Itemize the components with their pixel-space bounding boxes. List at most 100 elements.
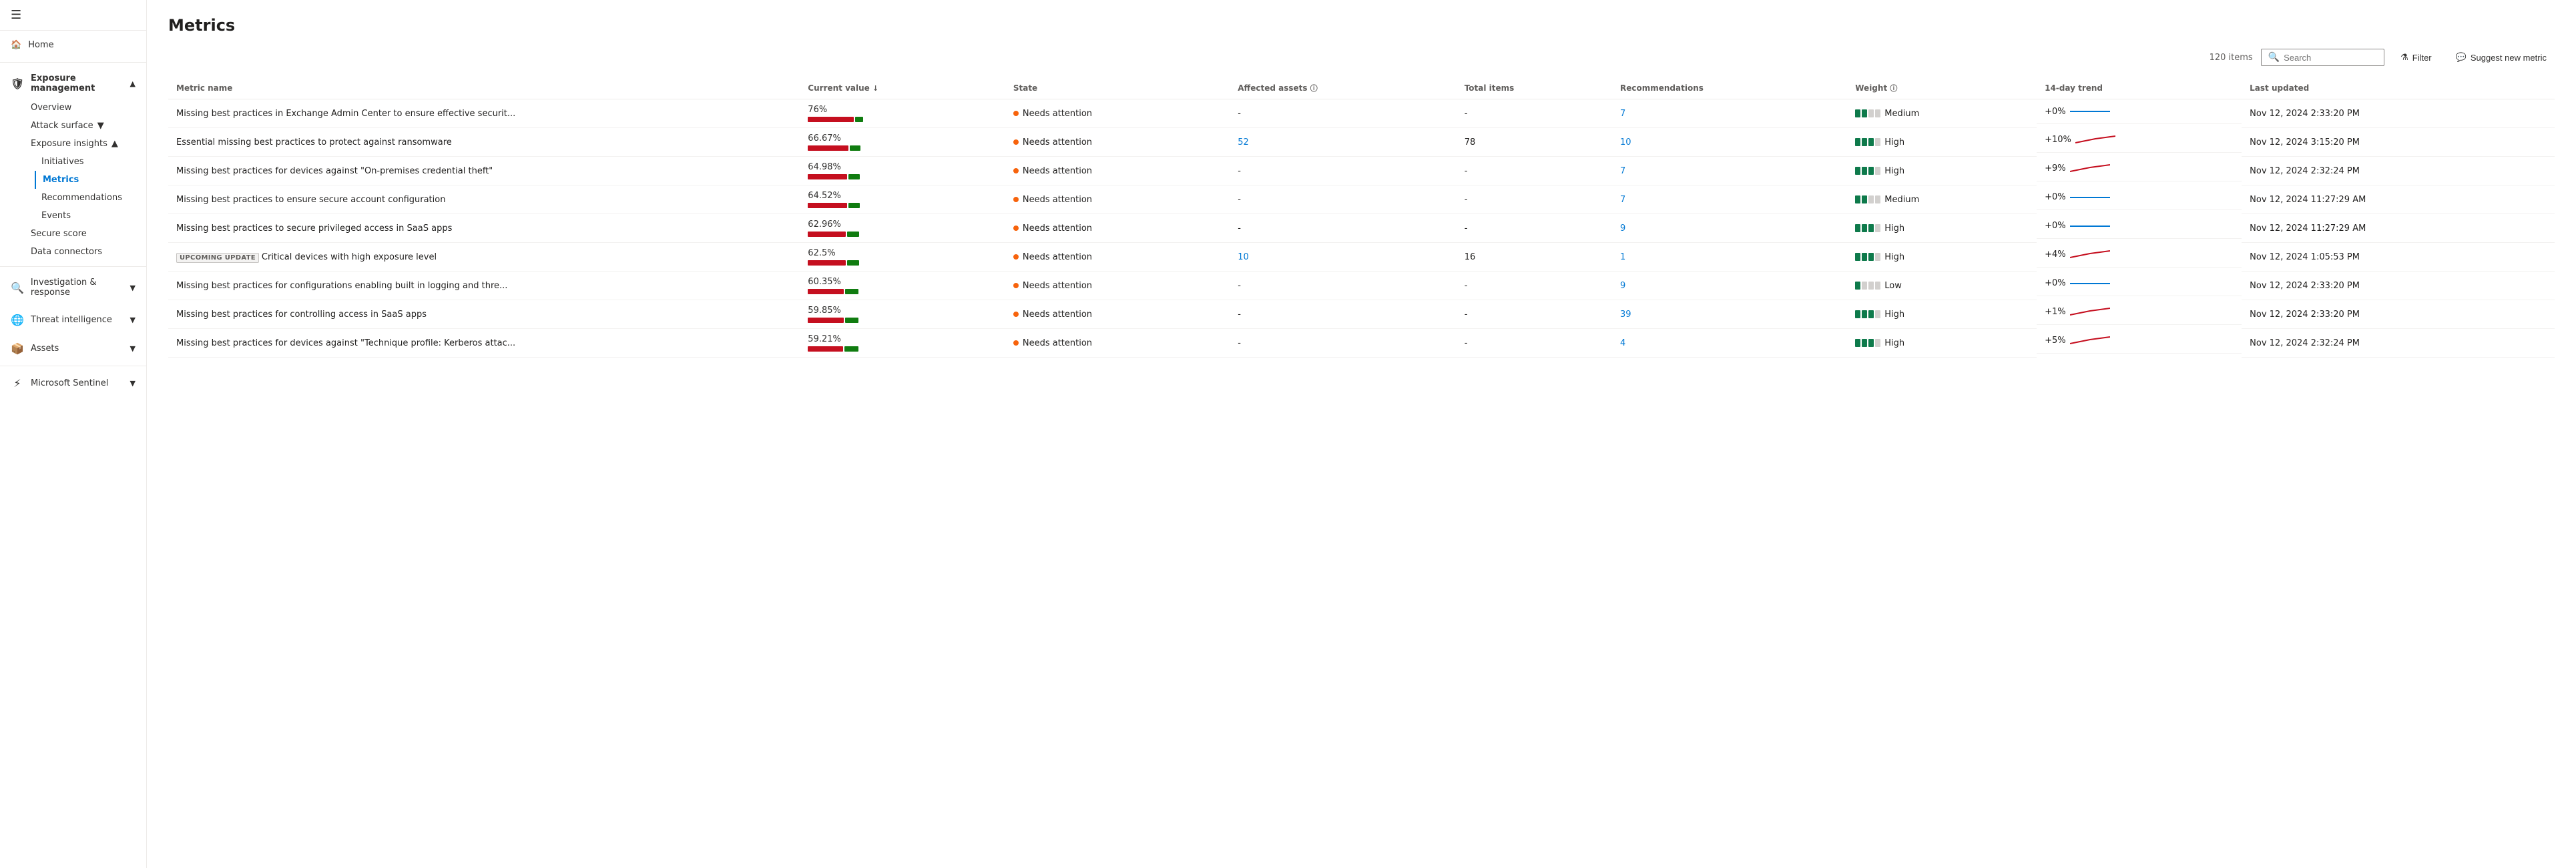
state-dot <box>1013 312 1019 317</box>
value-cell: 64.98% <box>800 157 1005 185</box>
sidebar-item-recommendations[interactable]: Recommendations <box>41 189 146 207</box>
table-row: Missing best practices for controlling a… <box>168 300 2555 329</box>
total-items-cell: 16 <box>1457 243 1612 272</box>
col-current-value[interactable]: Current value ↓ <box>800 77 1005 99</box>
chevron-up-icon: ▲ <box>130 79 136 88</box>
trend-cell: +4% <box>2037 243 2242 268</box>
sidebar-item-sentinel[interactable]: ⚡ Microsoft Sentinel ▼ <box>0 372 146 395</box>
sidebar-item-data-connectors[interactable]: Data connectors <box>31 243 146 261</box>
search-box[interactable]: 🔍 <box>2261 49 2384 66</box>
threat-label: Threat intelligence <box>31 315 112 325</box>
bar-red <box>808 232 846 237</box>
value-bar <box>808 174 997 179</box>
metric-name-link[interactable]: Essential missing best practices to prot… <box>176 137 452 147</box>
metric-name-link[interactable]: Missing best practices to ensure secure … <box>176 195 445 205</box>
recommendations-link[interactable]: 7 <box>1620 195 1625 205</box>
value-cell: 76% <box>800 99 1005 128</box>
recommendations-link[interactable]: 10 <box>1620 137 1631 147</box>
sentinel-section: ⚡ Microsoft Sentinel ▼ <box>0 369 146 398</box>
exposure-sub-menu: Overview Attack surface ▼ Exposure insig… <box>0 99 146 261</box>
weight-cell: High <box>1847 329 2037 358</box>
recommendations-cell: 9 <box>1612 272 1847 300</box>
state-dot <box>1013 283 1019 288</box>
sidebar-item-metrics[interactable]: Metrics <box>35 171 146 189</box>
total-items-value: - <box>1465 195 1468 205</box>
affected-assets-cell: 52 <box>1230 128 1456 157</box>
last-updated-value: Nov 12, 2024 2:33:20 PM <box>2250 310 2360 320</box>
total-items-value: - <box>1465 166 1468 176</box>
value-text: 59.85% <box>808 306 997 316</box>
exposure-insights-label: Exposure insights <box>31 139 107 149</box>
bar-green <box>847 260 860 266</box>
trend-value: +10% <box>2045 135 2071 145</box>
affected-assets-value: - <box>1238 310 1241 320</box>
metric-name-cell: Missing best practices to secure privile… <box>168 214 800 243</box>
sidebar-item-events[interactable]: Events <box>41 207 146 225</box>
affected-assets-cell: - <box>1230 329 1456 358</box>
bar-red <box>808 174 847 179</box>
filter-button[interactable]: ⚗ Filter <box>2392 48 2440 67</box>
total-items-cell: - <box>1457 99 1612 128</box>
metric-name-link[interactable]: Critical devices with high exposure leve… <box>262 252 437 262</box>
sidebar-item-investigation[interactable]: 🔍 Investigation & response ▼ <box>0 272 146 303</box>
metric-name-link[interactable]: Missing best practices for devices again… <box>176 338 515 348</box>
affected-assets-link[interactable]: 52 <box>1238 137 1249 147</box>
suggest-button[interactable]: 💬 Suggest new metric <box>2448 48 2555 67</box>
metrics-page: Metrics 120 items 🔍 ⚗ Filter 💬 Suggest n… <box>147 0 2576 868</box>
affected-assets-link[interactable]: 10 <box>1238 252 1249 262</box>
hamburger-icon[interactable]: ☰ <box>11 8 21 22</box>
weight-cell: Medium <box>1847 99 2037 128</box>
sidebar-item-home[interactable]: 🏠 Home <box>0 33 146 57</box>
sidebar-item-initiatives[interactable]: Initiatives <box>41 153 146 171</box>
weight-cell: High <box>1847 300 2037 329</box>
recommendations-link[interactable]: 9 <box>1620 224 1625 234</box>
recommendations-link[interactable]: 9 <box>1620 281 1625 291</box>
sidebar-item-assets[interactable]: 📦 Assets ▼ <box>0 337 146 360</box>
sidebar-item-exposure-management[interactable]: 🛡 Exposure management ▲ <box>0 68 146 99</box>
affected-assets-value: - <box>1238 338 1241 348</box>
trend-cell: +1% <box>2037 300 2242 325</box>
state-cell: Needs attention <box>1005 243 1230 272</box>
recommendations-link[interactable]: 39 <box>1620 310 1631 320</box>
metric-name-cell: Missing best practices in Exchange Admin… <box>168 99 800 128</box>
recommendations-link[interactable]: 7 <box>1620 166 1625 176</box>
value-text: 64.98% <box>808 162 997 172</box>
value-text: 62.96% <box>808 220 997 230</box>
state-label: Needs attention <box>1023 195 1092 205</box>
recommendations-link[interactable]: 1 <box>1620 252 1625 262</box>
table-row: Missing best practices to ensure secure … <box>168 185 2555 214</box>
suggest-label: Suggest new metric <box>2471 53 2547 63</box>
metric-name-link[interactable]: Missing best practices in Exchange Admin… <box>176 109 515 119</box>
value-cell: 60.35% <box>800 272 1005 300</box>
search-input[interactable] <box>2284 53 2377 63</box>
trend-value: +1% <box>2045 307 2066 317</box>
sidebar-item-threat-intelligence[interactable]: 🌐 Threat intelligence ▼ <box>0 308 146 332</box>
weight-cell: Low <box>1847 272 2037 300</box>
sidebar: ☰ 🏠 Home 🛡 Exposure management ▲ Overvie… <box>0 0 147 868</box>
total-items-value: - <box>1465 109 1468 119</box>
attack-surface-chevron: ▼ <box>97 121 104 131</box>
sidebar-item-overview[interactable]: Overview <box>31 99 146 117</box>
exposure-insights-chevron: ▲ <box>111 139 118 149</box>
metric-name-link[interactable]: Missing best practices for configuration… <box>176 281 507 291</box>
sidebar-item-secure-score[interactable]: Secure score <box>31 225 146 243</box>
sidebar-home-section: 🏠 Home <box>0 31 146 59</box>
recommendations-link[interactable]: 4 <box>1620 338 1625 348</box>
bar-green <box>847 232 860 237</box>
main-content: Metrics 120 items 🔍 ⚗ Filter 💬 Suggest n… <box>147 0 2576 868</box>
overview-label: Overview <box>31 103 71 113</box>
affected-assets-value: - <box>1238 109 1241 119</box>
trend-value: +0% <box>2045 107 2066 117</box>
threat-chevron: ▼ <box>130 316 136 324</box>
recommendations-link[interactable]: 7 <box>1620 109 1625 119</box>
state-label: Needs attention <box>1023 109 1092 119</box>
bar-red <box>808 145 848 151</box>
sidebar-item-exposure-insights[interactable]: Exposure insights ▲ <box>31 135 146 153</box>
metric-name-link[interactable]: Missing best practices for controlling a… <box>176 310 427 320</box>
sidebar-item-attack-surface[interactable]: Attack surface ▼ <box>31 117 146 135</box>
metric-name-link[interactable]: Missing best practices to secure privile… <box>176 224 452 234</box>
table-row: Missing best practices to secure privile… <box>168 214 2555 243</box>
metric-name-cell: Missing best practices for devices again… <box>168 157 800 185</box>
metric-name-link[interactable]: Missing best practices for devices again… <box>176 166 493 176</box>
sort-icon: ↓ <box>872 84 878 93</box>
